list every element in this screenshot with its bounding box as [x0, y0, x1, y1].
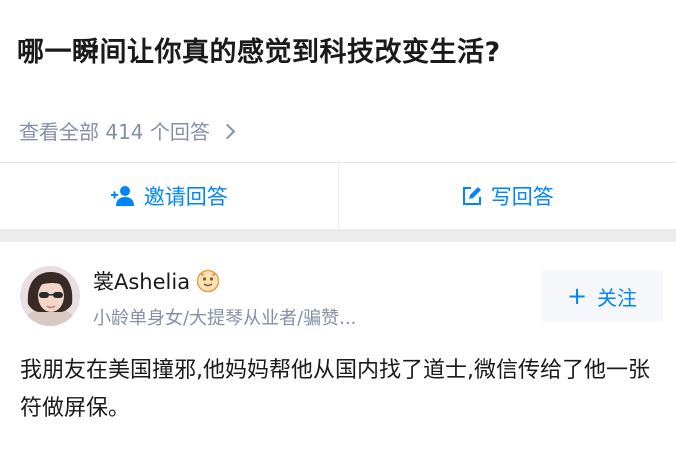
question-title: 哪一瞬间让你真的感觉到科技改变生活?: [17, 37, 501, 68]
view-all-answers-link[interactable]: 查看全部 414 个回答: [19, 116, 236, 145]
author-name-row[interactable]: 裳Ashelia: [93, 266, 220, 296]
avatar[interactable]: [20, 266, 80, 326]
view-all-answers-label: 查看全部 414 个回答: [19, 120, 210, 144]
plus-icon: +: [566, 282, 588, 310]
invite-user-icon: [110, 186, 134, 206]
question-action-bar: 邀请回答 写回答: [0, 163, 676, 229]
invite-answer-button[interactable]: 邀请回答: [0, 163, 338, 229]
author-bio: 小龄单身女/大提琴从业者/骗赞...: [93, 308, 357, 329]
edit-icon: [462, 187, 481, 205]
invite-answer-label: 邀请回答: [143, 185, 228, 209]
author-name: 裳Ashelia: [93, 270, 191, 294]
avatar-image: [20, 266, 80, 326]
section-gap: [0, 229, 676, 242]
answer-card: 裳Ashelia 小龄单身女/大提琴从业者/骗赞... + 关注 我朋友在美国撞…: [0, 242, 676, 466]
follow-label: 关注: [597, 285, 638, 310]
chevron-right-icon: [219, 123, 236, 139]
write-answer-label: 写回答: [490, 185, 554, 209]
follow-button[interactable]: + 关注: [541, 270, 663, 322]
author-badge-icon: [196, 269, 220, 293]
write-answer-button[interactable]: 写回答: [339, 163, 676, 229]
question-header: 哪一瞬间让你真的感觉到科技改变生活? 查看全部 414 个回答: [0, 0, 676, 162]
answer-text: 我朋友在美国撞邪,他妈妈帮他从国内找了道士,微信传给了他一张符做屏保。: [20, 358, 650, 421]
